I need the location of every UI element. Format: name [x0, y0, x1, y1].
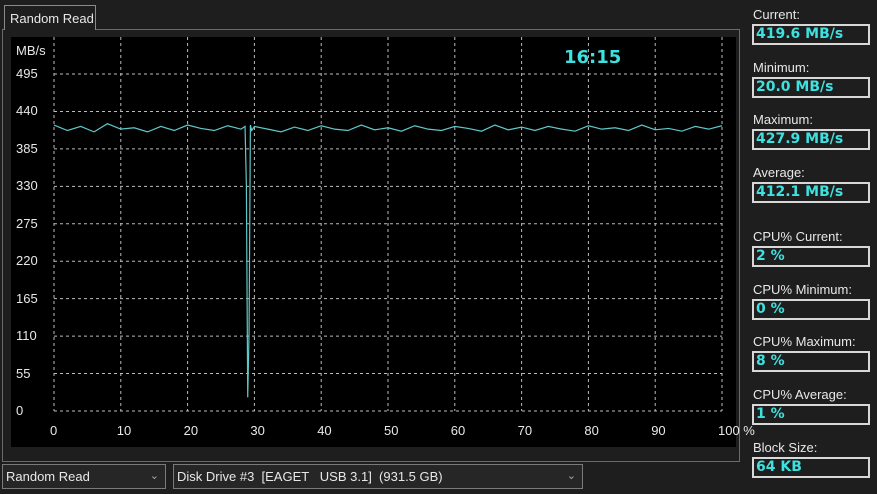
x-tick-label: 50 [384, 423, 399, 438]
drive-select[interactable]: Disk Drive #3 [EAGET USB 3.1] (931.5 GB)… [173, 464, 583, 489]
y-tick-label: 165 [16, 290, 38, 306]
y-tick-label: 330 [16, 178, 38, 194]
y-tick-label: 440 [16, 103, 38, 119]
x-tick-label: 40 [317, 423, 332, 438]
chart-plot-area [11, 37, 736, 447]
stat-label: Current: [753, 7, 800, 22]
x-tick-label: 0 [50, 423, 58, 438]
chevron-down-icon: ⌄ [566, 470, 576, 482]
stat-label: CPU% Maximum: [753, 334, 856, 349]
x-tick-label: 30 [250, 423, 265, 438]
stat-label: CPU% Average: [753, 387, 847, 402]
y-tick-label: 275 [16, 215, 38, 231]
x-tick-label: 20 [183, 423, 199, 438]
x-tick-label: 100 % [718, 423, 755, 438]
stat-value: 0 % [752, 299, 870, 320]
stat-label: Maximum: [753, 112, 813, 127]
stat-value: 64 KB [752, 457, 870, 478]
y-tick-label: 220 [16, 253, 38, 269]
stat-label: CPU% Current: [753, 229, 843, 244]
chart-panel [2, 29, 740, 462]
stat-value: 1 % [752, 404, 870, 425]
x-tick-label: 10 [116, 423, 132, 438]
stat-value: 419.6 MB/s [752, 24, 870, 45]
test-type-select[interactable]: Random Read ⌄ [2, 464, 166, 489]
tab-random-read[interactable]: Random Read [4, 5, 96, 30]
stat-value: 8 % [752, 351, 870, 372]
chevron-down-icon: ⌄ [149, 470, 159, 482]
stat-value: 2 % [752, 246, 870, 267]
x-tick-label: 70 [517, 423, 533, 438]
stat-value: 427.9 MB/s [752, 129, 870, 150]
stat-value: 20.0 MB/s [752, 77, 870, 98]
y-tick-label: 110 [16, 328, 37, 344]
stat-label: Block Size: [753, 440, 818, 455]
stat-label: CPU% Minimum: [753, 282, 852, 297]
y-tick-label: 495 [16, 66, 38, 81]
x-tick-label: 80 [584, 423, 599, 438]
stat-label: Minimum: [753, 60, 810, 75]
y-tick-label: 0 [16, 403, 24, 418]
y-tick-label: 385 [16, 140, 38, 156]
test-type-value: Random Read [6, 469, 90, 484]
stat-value: 412.1 MB/s [752, 182, 870, 203]
elapsed-time: 16:15 [564, 47, 622, 68]
x-tick-label: 90 [651, 423, 666, 438]
throughput-chart [53, 37, 723, 412]
x-tick-label: 60 [450, 423, 466, 438]
drive-value: Disk Drive #3 [EAGET USB 3.1] (931.5 GB) [177, 469, 443, 484]
y-tick-label: 55 [16, 365, 31, 381]
y-axis-label: MB/s [16, 43, 46, 58]
stat-label: Average: [753, 165, 805, 180]
